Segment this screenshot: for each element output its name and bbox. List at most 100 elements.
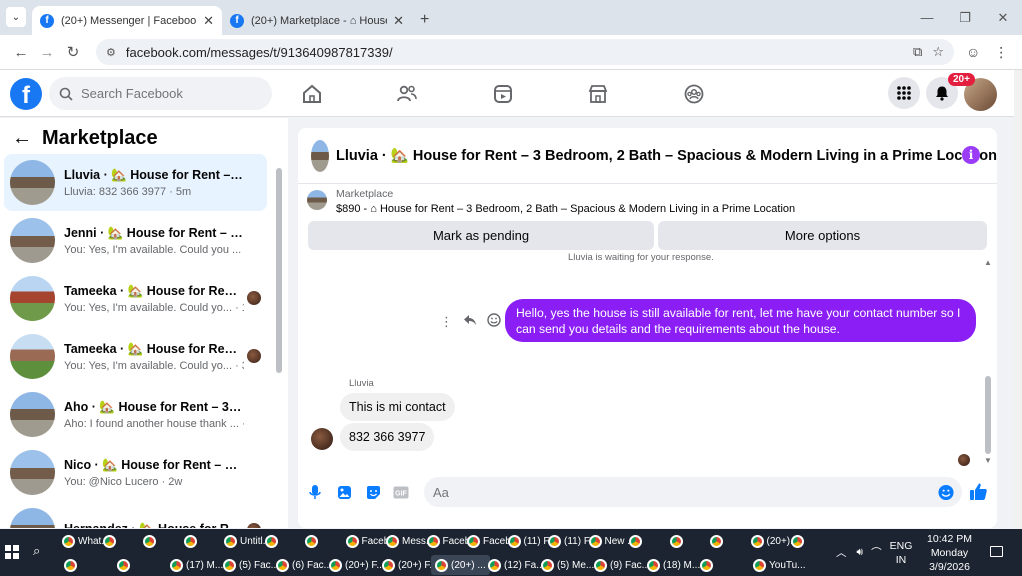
taskbar-app-label: YouTu...	[769, 559, 806, 571]
taskbar-app-item[interactable]	[180, 531, 204, 551]
taskbar-app-item[interactable]	[99, 531, 123, 551]
url-text[interactable]: facebook.com/messages/t/913640987817339/	[126, 45, 903, 60]
taskbar-app-item[interactable]	[787, 531, 811, 551]
new-tab-button[interactable]: +	[420, 11, 429, 29]
back-arrow-icon[interactable]: ←	[12, 127, 32, 150]
microphone-icon[interactable]	[307, 484, 323, 500]
taskbar-app-item[interactable]	[301, 531, 325, 551]
seen-avatar	[247, 349, 261, 363]
taskbar-app-item[interactable]	[60, 555, 84, 575]
emoji-icon[interactable]	[938, 484, 954, 500]
marketplace-title: Marketplace	[42, 127, 158, 149]
mark-as-pending-button[interactable]: Mark as pending	[308, 221, 654, 250]
reply-icon[interactable]	[463, 314, 477, 329]
bookmark-star-icon[interactable]: ☆	[932, 44, 944, 60]
chat-scroll-up-icon[interactable]: ▲	[984, 258, 992, 267]
chat-header: Lluvia · 🏡 House for Rent – 3 Bedroom, 2…	[298, 128, 997, 184]
home-icon[interactable]	[296, 78, 328, 110]
taskbar-search-icon[interactable]: ⌕	[33, 543, 40, 559]
conversation-name: Tameeka · 🏡 House for Rent ...	[64, 341, 244, 356]
taskbar-app-item[interactable]	[261, 531, 285, 551]
more-actions-icon[interactable]: ⋮	[440, 314, 453, 330]
tray-overflow-icon[interactable]: ︿	[836, 545, 847, 560]
profile-icon[interactable]: ☺	[966, 44, 980, 60]
sticker-icon[interactable]	[365, 484, 381, 500]
taskbar-app-item[interactable]	[706, 531, 730, 551]
conversation-item[interactable]: Aho · 🏡 House for Rent – 3 Bed... Aho: I …	[4, 386, 267, 443]
language-indicator[interactable]: ENG IN	[890, 539, 913, 567]
message-input[interactable]	[424, 477, 962, 507]
photo-icon[interactable]	[336, 484, 352, 500]
taskbar-app-label: (20+) ...	[451, 559, 486, 571]
seen-avatar	[247, 291, 261, 305]
tab-search-menu-icon[interactable]: ⌄	[6, 7, 26, 27]
facebook-logo[interactable]: f	[10, 78, 42, 110]
forward-icon[interactable]: →	[34, 44, 60, 61]
outgoing-message[interactable]: Hello, yes the house is still available …	[505, 299, 976, 342]
taskbar-app-item[interactable]: YouTu...	[749, 555, 810, 575]
facebook-search[interactable]	[49, 77, 272, 110]
wifi-icon[interactable]: ⌒	[871, 545, 882, 560]
conversation-item[interactable]: Lluvia · 🏡 House for Rent – 3 B... Lluvia…	[4, 154, 267, 211]
conversation-avatar	[10, 276, 55, 321]
windows-start-icon[interactable]	[5, 545, 19, 559]
thumbs-up-icon[interactable]	[969, 482, 988, 501]
taskbar-app-item[interactable]	[625, 531, 649, 551]
conversation-item[interactable]: Hernandez · 🏡 House for Re...	[4, 502, 267, 528]
listing-line[interactable]: $890 - ⌂ House for Rent – 3 Bedroom, 2 B…	[336, 203, 795, 215]
taskbar-app-item[interactable]	[666, 531, 690, 551]
search-input[interactable]	[81, 86, 251, 101]
url-omnibox[interactable]: ⚙ facebook.com/messages/t/91364098781733…	[96, 39, 954, 65]
minimize-icon[interactable]: —	[908, 10, 946, 25]
conversation-item[interactable]: Nico · 🏡 House for Rent – 3 Be... You: @N…	[4, 444, 267, 501]
tab-close-icon[interactable]: ✕	[203, 13, 214, 29]
reload-icon[interactable]: ↻	[60, 43, 86, 61]
taskbar-app-item[interactable]	[113, 555, 137, 575]
sender-avatar[interactable]	[311, 428, 333, 450]
chat-scrollbar[interactable]	[985, 376, 991, 454]
taskbar-app-item[interactable]	[696, 555, 720, 575]
conversation-item[interactable]: Tameeka · 🏡 House for Rent ... You: Yes, …	[4, 270, 267, 327]
conversation-text: Jenni · 🏡 House for Rent – 3 Be... You: Y…	[64, 226, 244, 256]
marketplace-icon[interactable]	[582, 78, 614, 110]
volume-icon[interactable]: 🔊︎	[857, 546, 864, 559]
groups-icon[interactable]	[678, 78, 710, 110]
close-window-icon[interactable]: ✕	[984, 10, 1022, 26]
conversation-item[interactable]: Tameeka · 🏡 House for Rent ... You: Yes, …	[4, 328, 267, 385]
conversation-preview: You: Yes, I'm available. Could yo... · 1…	[64, 301, 244, 314]
more-options-button[interactable]: More options	[658, 221, 987, 250]
menu-grid-icon[interactable]	[888, 77, 920, 109]
restore-icon[interactable]: ❐	[946, 10, 984, 26]
video-icon[interactable]	[487, 78, 519, 110]
conversation-name: Aho · 🏡 House for Rent – 3 Bed...	[64, 399, 244, 414]
conversation-avatar	[10, 218, 55, 263]
chat-scroll-down-icon[interactable]: ▼	[984, 456, 992, 465]
tab-title: (20+) Messenger | Facebook	[61, 14, 198, 27]
taskbar-app-item[interactable]: (20+) ...	[431, 555, 490, 575]
notification-center-icon[interactable]	[990, 546, 1003, 557]
incoming-message[interactable]: 832 366 3977	[340, 423, 435, 451]
conversation-item[interactable]: Jenni · 🏡 House for Rent – 3 Be... You: Y…	[4, 212, 267, 269]
browser-menu-icon[interactable]: ⋮	[994, 44, 1008, 61]
friends-icon[interactable]	[391, 78, 423, 110]
site-settings-icon[interactable]: ⚙	[106, 46, 116, 59]
info-icon[interactable]: i	[962, 146, 980, 164]
chrome-icon	[467, 534, 480, 548]
conversation-avatar	[10, 450, 55, 495]
marketplace-heading: ← Marketplace	[12, 127, 158, 150]
back-icon[interactable]: ←	[8, 44, 34, 61]
browser-tab-marketplace[interactable]: f (20+) Marketplace - ⌂ House ✕	[222, 6, 412, 35]
tab-close-icon[interactable]: ✕	[393, 13, 404, 29]
conversation-list-scrollbar[interactable]	[276, 168, 282, 373]
chat-title[interactable]: Lluvia · 🏡 House for Rent – 3 Bedroom, 2…	[336, 147, 997, 164]
browser-tab-messenger[interactable]: f (20+) Messenger | Facebook ✕	[32, 6, 222, 35]
conversation-text: Nico · 🏡 House for Rent – 3 Be... You: @N…	[64, 458, 244, 488]
taskbar-clock[interactable]: 10:42 PM Monday 3/9/2026	[922, 532, 977, 574]
page-scrollbar[interactable]	[1014, 70, 1022, 530]
react-emoji-icon[interactable]	[487, 313, 501, 330]
chat-avatar[interactable]	[311, 139, 329, 172]
taskbar-app-item[interactable]	[139, 531, 163, 551]
incoming-message[interactable]: This is mi contact	[340, 393, 455, 421]
install-app-icon[interactable]: ⧉	[913, 44, 922, 60]
gif-icon[interactable]: GIF	[393, 484, 409, 500]
